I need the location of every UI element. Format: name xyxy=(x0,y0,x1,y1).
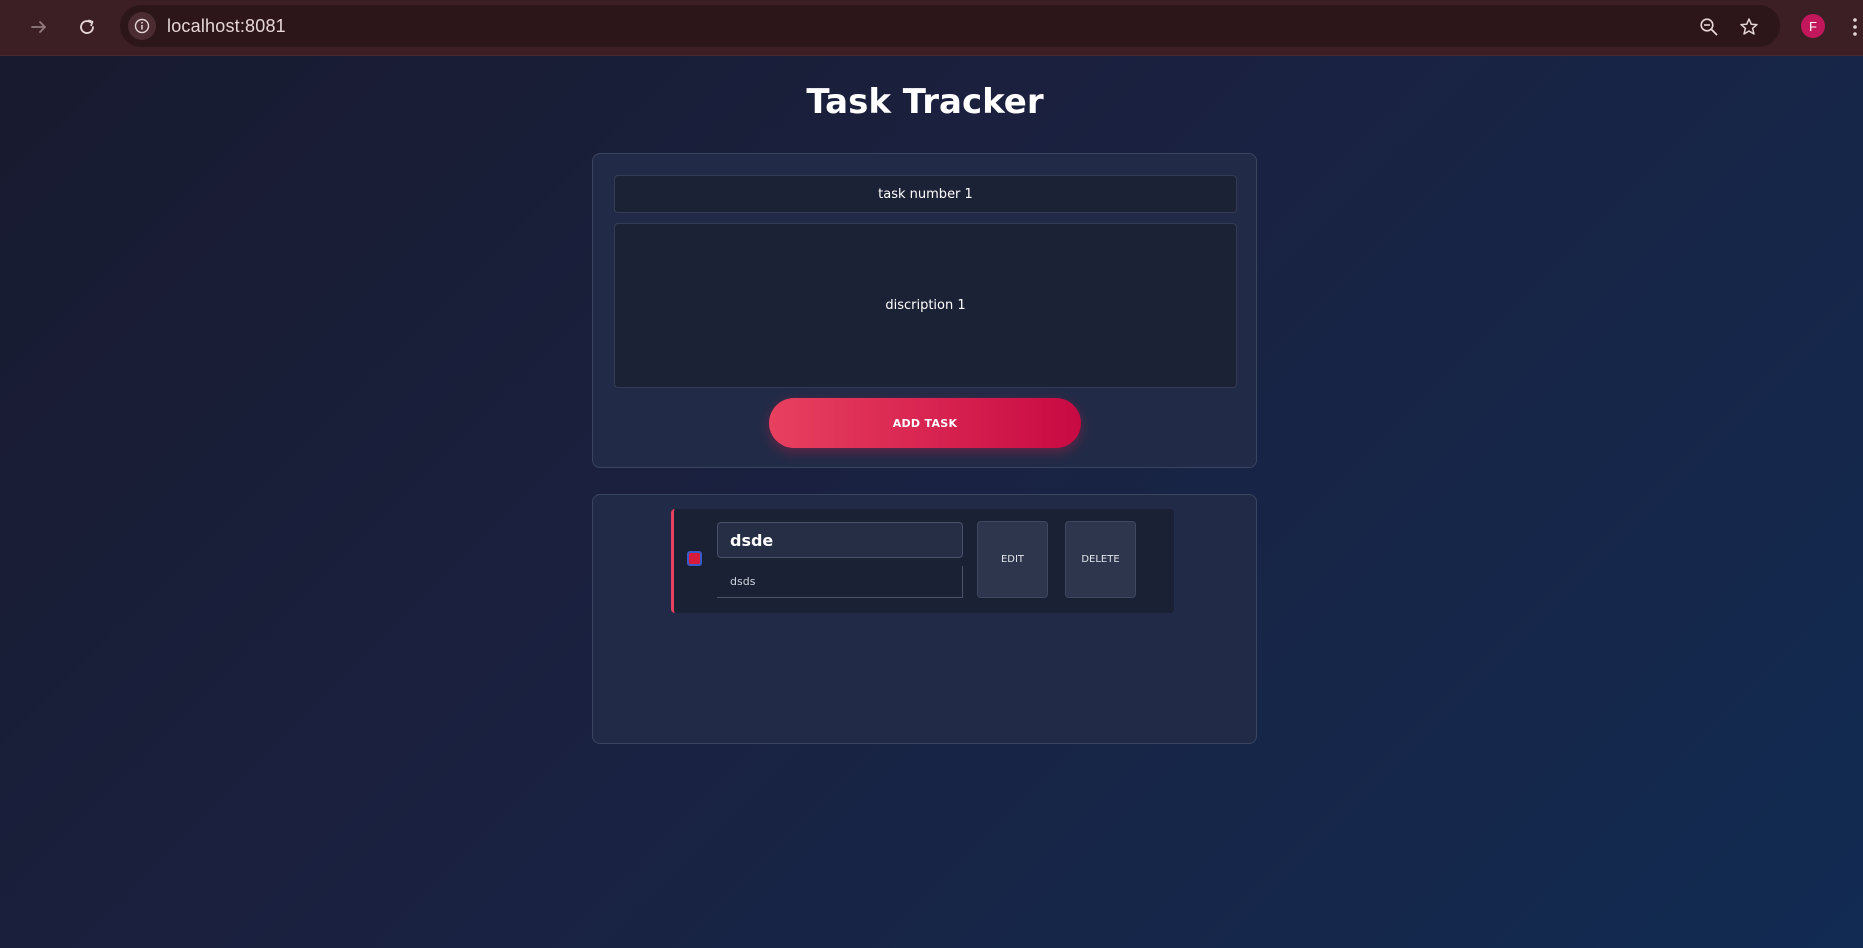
task-checkbox[interactable] xyxy=(687,551,702,566)
task-form: discription 1 ADD TASK xyxy=(592,153,1257,468)
zoom-out-icon[interactable] xyxy=(1698,16,1720,38)
task-title-input[interactable] xyxy=(614,175,1237,213)
menu-dots-icon[interactable] xyxy=(1852,16,1858,38)
task-list: dsde dsds EDIT DELETE xyxy=(592,494,1257,744)
info-icon[interactable] xyxy=(128,12,156,40)
task-item: dsde dsds EDIT DELETE xyxy=(671,509,1174,613)
address-bar[interactable]: localhost:8081 xyxy=(120,5,1780,47)
task-description-input[interactable]: discription 1 xyxy=(614,223,1237,388)
browser-toolbar: localhost:8081 F xyxy=(0,0,1863,56)
reload-icon[interactable] xyxy=(72,12,102,42)
delete-button[interactable]: DELETE xyxy=(1065,521,1136,598)
task-description-text: discription 1 xyxy=(885,298,966,313)
url-text[interactable]: localhost:8081 xyxy=(167,16,286,37)
edit-button[interactable]: EDIT xyxy=(977,521,1048,598)
page-title: Task Tracker xyxy=(806,82,1044,122)
task-description[interactable]: dsds xyxy=(717,566,963,598)
profile-avatar[interactable]: F xyxy=(1801,14,1825,38)
add-task-button[interactable]: ADD TASK xyxy=(769,398,1081,448)
star-icon[interactable] xyxy=(1738,16,1760,38)
forward-arrow-icon[interactable] xyxy=(24,12,54,42)
task-title[interactable]: dsde xyxy=(717,522,963,558)
